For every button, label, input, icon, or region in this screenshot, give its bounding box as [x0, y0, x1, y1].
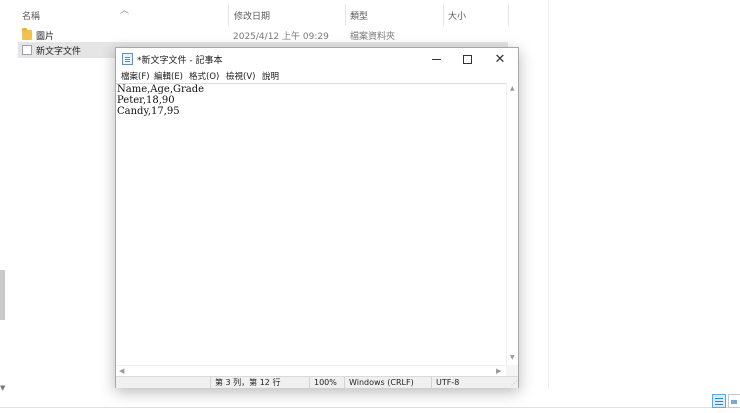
zoom-level: 100%: [309, 377, 344, 389]
file-row-pictures-folder[interactable]: 圖片 2025/4/12 上午 09:29 檔案資料夾: [18, 27, 508, 43]
scroll-down-arrow-icon[interactable]: ▼: [0, 384, 5, 392]
scroll-up-arrow-icon[interactable]: ▲: [510, 85, 515, 92]
menu-help[interactable]: 說明: [262, 70, 279, 82]
text-line: Name,Age,Grade: [117, 84, 205, 95]
column-header-bar: ︿ 名稱 修改日期 類型 大小: [0, 0, 520, 28]
notepad-app-icon[interactable]: [122, 53, 133, 65]
cursor-position: 第 3 列，第 12 行: [210, 377, 309, 389]
details-view-button[interactable]: [712, 394, 726, 408]
pane-divider: [548, 0, 549, 388]
title-bar[interactable]: *新文字文件 - 記事本 ✕: [116, 48, 518, 70]
column-divider[interactable]: [443, 4, 444, 26]
maximize-button[interactable]: [451, 48, 483, 70]
close-icon: ✕: [494, 51, 506, 67]
horizontal-scrollbar[interactable]: ◀ ▶: [116, 365, 506, 376]
text-file-icon: [22, 45, 32, 55]
status-bar: 第 3 列，第 12 行 100% Windows (CRLF) UTF-8 ⋰: [116, 376, 518, 389]
status-divider: [0, 407, 740, 408]
text-line: Peter,18,90: [117, 95, 175, 106]
menu-bar: 檔案(F) 編輯(E) 格式(O) 檢視(V) 說明: [116, 70, 518, 84]
details-view-icon-line: [715, 404, 723, 405]
file-name: 新文字文件: [36, 47, 82, 57]
folder-icon: [22, 28, 32, 40]
menu-format[interactable]: 格式(O): [189, 70, 219, 82]
sort-ascending-icon: ︿: [120, 6, 130, 16]
file-type: 檔案資料夾: [350, 32, 396, 42]
close-button[interactable]: ✕: [484, 48, 516, 70]
large-icons-view-icon: [731, 400, 737, 404]
column-divider[interactable]: [228, 4, 229, 26]
menu-file[interactable]: 檔案(F): [121, 70, 150, 82]
column-size[interactable]: 大小: [448, 9, 466, 22]
file-name: 圖片: [36, 32, 55, 42]
navigation-scrollbar-thumb[interactable]: [0, 270, 5, 320]
minimize-button[interactable]: [420, 48, 452, 70]
line-ending: Windows (CRLF): [344, 377, 431, 389]
text-editor[interactable]: Name,Age,Grade Peter,18,90 Candy,17,95: [116, 83, 506, 365]
minimize-icon: [431, 58, 441, 60]
menu-view[interactable]: 檢視(V): [226, 70, 255, 82]
column-divider[interactable]: [508, 4, 509, 26]
encoding: UTF-8: [431, 377, 506, 389]
column-type[interactable]: 類型: [350, 9, 368, 22]
column-modified[interactable]: 修改日期: [234, 9, 270, 22]
maximize-icon: [462, 54, 472, 64]
vertical-scrollbar[interactable]: ▲ ▼: [506, 83, 518, 365]
file-modified: 2025/4/12 上午 09:29: [233, 32, 329, 42]
window-title: *新文字文件 - 記事本: [137, 56, 223, 66]
column-name[interactable]: 名稱: [22, 9, 40, 22]
notepad-window[interactable]: *新文字文件 - 記事本 ✕ 檔案(F) 編輯(E) 格式(O) 檢視(V) 說…: [115, 47, 519, 389]
details-view-icon: [715, 398, 723, 399]
text-line: Candy,17,95: [117, 106, 180, 117]
details-view-icon-line: [715, 401, 723, 402]
menu-edit[interactable]: 編輯(E): [154, 70, 183, 82]
large-icons-view-button[interactable]: [728, 394, 740, 408]
scrollbar-corner: [506, 365, 518, 376]
scroll-down-arrow-icon[interactable]: ▼: [510, 354, 515, 361]
scroll-left-arrow-icon[interactable]: ◀: [119, 367, 124, 375]
column-divider[interactable]: [345, 4, 346, 26]
resize-grip-icon[interactable]: ⋰: [511, 380, 517, 387]
scroll-right-arrow-icon[interactable]: ▶: [496, 367, 501, 375]
